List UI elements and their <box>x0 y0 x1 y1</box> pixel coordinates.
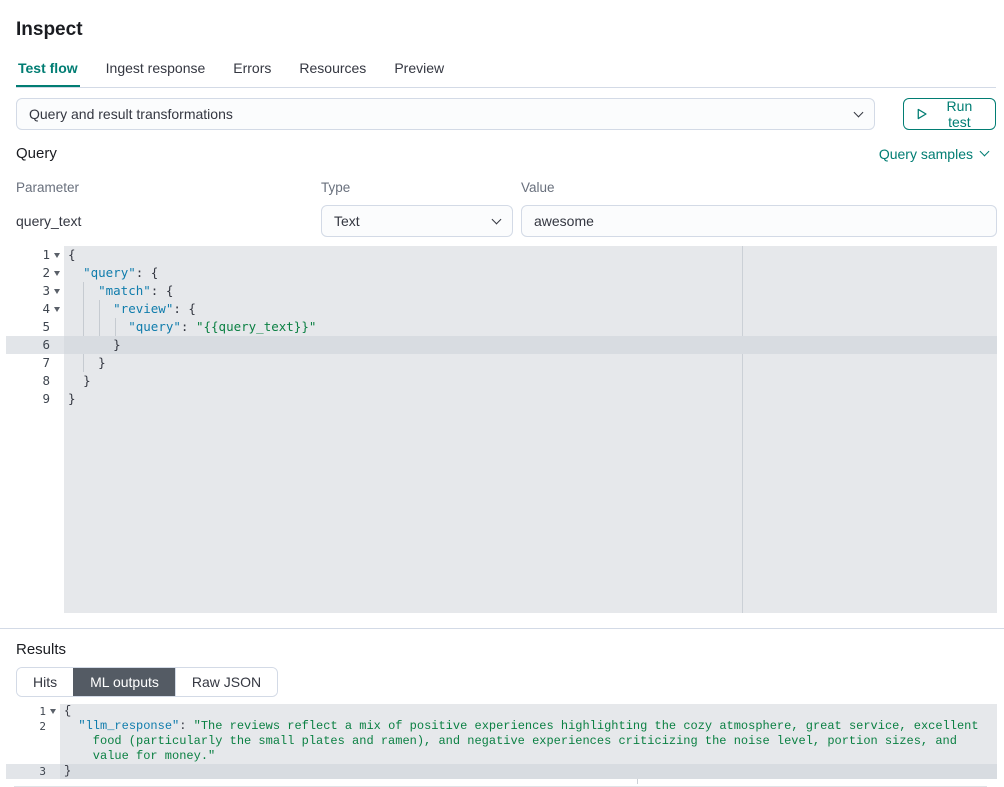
column-header-parameter: Parameter <box>16 180 313 205</box>
toolbar: Query and result transformations Run tes… <box>16 98 988 130</box>
parameter-name: query_text <box>16 205 313 237</box>
code-line-content: } <box>64 354 997 372</box>
tab-preview[interactable]: Preview <box>392 56 446 87</box>
code-line[interactable]: 2 "llm_response": "The reviews reflect a… <box>6 719 997 764</box>
line-number: 8 <box>42 372 50 390</box>
chevron-down-icon <box>492 214 502 224</box>
tab-errors[interactable]: Errors <box>231 56 273 87</box>
query-samples-label: Query samples <box>879 146 973 162</box>
code-line[interactable]: 7 } <box>6 354 997 372</box>
tab-resources[interactable]: Resources <box>297 56 368 87</box>
line-number: 3 <box>39 764 46 779</box>
line-gutter: 3 <box>6 764 60 779</box>
inspect-panel: Inspect Test flow Ingest response Errors Re… <box>0 0 1004 787</box>
flow-select[interactable]: Query and result transformations <box>16 98 875 130</box>
code-line[interactable]: 5 "query": "{{query_text}}" <box>6 318 997 336</box>
line-number: 6 <box>42 336 50 354</box>
code-line-content: { <box>64 246 997 264</box>
play-icon <box>916 107 928 121</box>
code-line[interactable]: 9} <box>6 390 997 408</box>
code-line[interactable]: 1{ <box>6 246 997 264</box>
query-section-title: Query <box>16 145 57 162</box>
code-line-content: } <box>64 372 997 390</box>
line-number: 1 <box>39 704 46 719</box>
code-line-content: "match": { <box>64 282 997 300</box>
chevron-down-icon <box>854 107 864 117</box>
fold-arrow-icon[interactable] <box>50 709 56 714</box>
code-line[interactable]: 3} <box>6 764 997 779</box>
fold-arrow-icon[interactable] <box>54 271 60 276</box>
code-line-content: "llm_response": "The reviews reflect a m… <box>60 719 997 764</box>
line-gutter: 4 <box>6 300 64 318</box>
line-number: 3 <box>42 282 50 300</box>
param-type-select[interactable]: Text <box>321 205 513 237</box>
page-title: Inspect <box>16 18 988 42</box>
results-view-raw-json-button[interactable]: Raw JSON <box>175 668 277 696</box>
tab-ingest-response[interactable]: Ingest response <box>104 56 208 87</box>
code-line[interactable]: 8 } <box>6 372 997 390</box>
line-number: 2 <box>42 264 50 282</box>
line-gutter: 9 <box>6 390 64 408</box>
code-line-content: } <box>64 336 997 354</box>
column-header-value: Value <box>521 180 997 205</box>
results-section-title: Results <box>16 641 988 658</box>
code-line-content: } <box>60 764 997 779</box>
results-editor[interactable]: 1{2 "llm_response": "The reviews reflect… <box>6 704 997 787</box>
results-view-ml-outputs-button[interactable]: ML outputs <box>73 668 175 696</box>
fold-arrow-icon[interactable] <box>54 253 60 258</box>
code-line[interactable]: 6 } <box>6 336 997 354</box>
line-number: 9 <box>42 390 50 408</box>
run-test-label: Run test <box>936 98 983 130</box>
tab-bar: Test flow Ingest response Errors Resources P… <box>16 56 996 88</box>
line-gutter: 7 <box>6 354 64 372</box>
line-gutter: 2 <box>6 264 64 282</box>
code-line[interactable]: 3 "match": { <box>6 282 997 300</box>
line-gutter: 6 <box>6 336 64 354</box>
chevron-down-icon <box>980 147 990 157</box>
param-value-input[interactable] <box>521 205 997 237</box>
query-editor[interactable]: 1{2 "query": {3 "match": {4 "review": {5… <box>6 246 997 613</box>
fold-arrow-icon[interactable] <box>54 307 60 312</box>
results-view-button-group: HitsML outputsRaw JSON <box>16 667 278 697</box>
line-gutter: 2 <box>6 719 60 734</box>
query-samples-link[interactable]: Query samples <box>879 146 988 162</box>
line-gutter: 5 <box>6 318 64 336</box>
code-line[interactable]: 1{ <box>6 704 997 719</box>
results-view-hits-button[interactable]: Hits <box>17 668 73 696</box>
code-line-content: "query": { <box>64 264 997 282</box>
line-number: 2 <box>39 719 46 734</box>
code-line[interactable]: 2 "query": { <box>6 264 997 282</box>
code-line-content: } <box>64 390 997 408</box>
param-type-value: Text <box>334 213 493 229</box>
code-line-content: "review": { <box>64 300 997 318</box>
line-number: 7 <box>42 354 50 372</box>
fold-arrow-icon[interactable] <box>54 289 60 294</box>
section-divider <box>0 628 1004 629</box>
code-line-content: { <box>60 704 997 719</box>
line-number: 1 <box>42 246 50 264</box>
column-header-type: Type <box>321 180 513 205</box>
line-gutter: 8 <box>6 372 64 390</box>
line-gutter: 1 <box>6 246 64 264</box>
flow-select-value: Query and result transformations <box>29 106 855 122</box>
line-gutter: 1 <box>6 704 60 719</box>
parameters-table: Parameter Type Value query_text Text <box>16 180 997 237</box>
line-number: 5 <box>42 318 50 336</box>
line-number: 4 <box>42 300 50 318</box>
code-line[interactable]: 4 "review": { <box>6 300 997 318</box>
tab-test-flow[interactable]: Test flow <box>16 56 80 87</box>
code-line-content: "query": "{{query_text}}" <box>64 318 997 336</box>
line-gutter: 3 <box>6 282 64 300</box>
run-test-button[interactable]: Run test <box>903 98 996 130</box>
